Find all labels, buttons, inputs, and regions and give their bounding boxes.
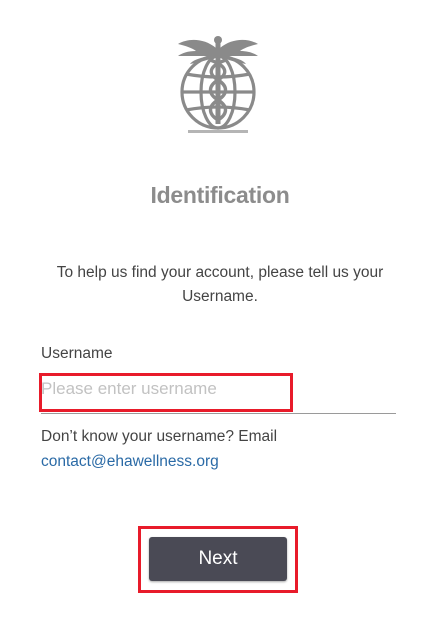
help-text: Don’t know your username? Email contact@… <box>41 424 411 474</box>
page-title: Identification <box>150 182 290 208</box>
username-label: Username <box>41 345 113 362</box>
next-button[interactable]: Next <box>149 537 287 581</box>
caduceus-globe-icon <box>170 34 266 134</box>
contact-email-link[interactable]: contact@ehawellness.org <box>41 453 219 470</box>
instructions-text: To help us find your account, please tel… <box>56 264 384 305</box>
username-input[interactable] <box>41 374 396 414</box>
help-message: Don’t know your username? Email <box>41 428 278 445</box>
